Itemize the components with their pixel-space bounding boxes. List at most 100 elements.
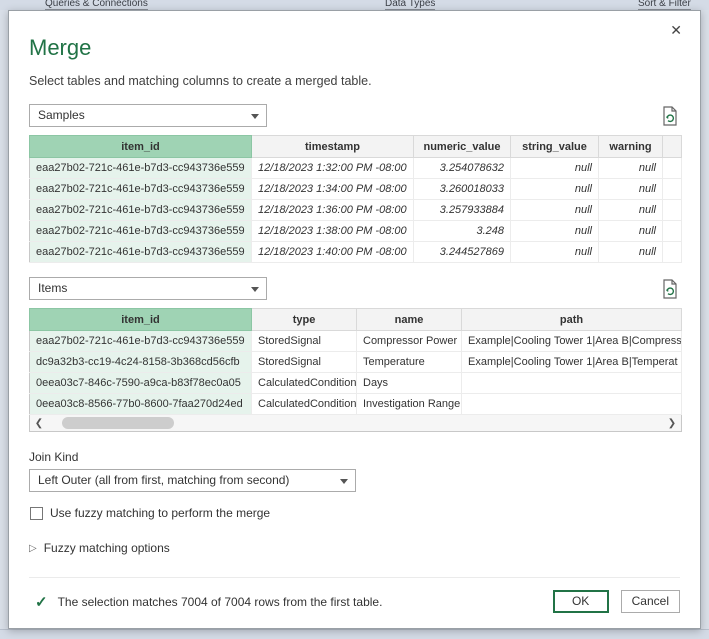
join-kind-select-value: Left Outer (all from first, matching fro… — [38, 473, 289, 487]
scrollbar-track[interactable] — [48, 415, 663, 431]
table-row[interactable]: 0eea03c7-846c-7590-a9ca-b83f78ec0a05Calc… — [30, 373, 682, 394]
dialog-title: Merge — [29, 35, 680, 61]
cell-filler — [663, 242, 682, 263]
cell[interactable]: 12/18/2023 1:38:00 PM -08:00 — [252, 221, 414, 242]
cell[interactable]: 12/18/2023 1:34:00 PM -08:00 — [252, 179, 414, 200]
table-row[interactable]: eaa27b02-721c-461e-b7d3-cc943736e55912/1… — [30, 221, 682, 242]
cell-filler — [663, 200, 682, 221]
cell[interactable]: null — [599, 179, 663, 200]
cell[interactable]: 0eea03c7-846c-7590-a9ca-b83f78ec0a05 — [30, 373, 252, 394]
cell[interactable]: 3.248 — [414, 221, 511, 242]
scroll-right-icon[interactable]: ❯ — [663, 418, 681, 429]
ok-button[interactable]: OK — [553, 590, 609, 613]
cell[interactable]: Example|Cooling Tower 1|Area B|Temperat — [462, 352, 682, 373]
cell-filler — [663, 221, 682, 242]
cell[interactable]: 3.244527869 — [414, 242, 511, 263]
ribbon-group-datatypes: Data Types — [385, 0, 435, 10]
refresh-preview-icon[interactable] — [660, 106, 680, 126]
column-header-name[interactable]: name — [357, 309, 462, 331]
cell[interactable]: eaa27b02-721c-461e-b7d3-cc943736e559 — [30, 200, 252, 221]
excel-worksheet-strip — [0, 629, 709, 639]
cell[interactable]: Temperature — [357, 352, 462, 373]
ribbon-group-queries: Queries & Connections — [45, 0, 148, 10]
cancel-button[interactable]: Cancel — [621, 590, 680, 613]
ribbon-group-sortfilter: Sort & Filter — [638, 0, 691, 10]
table-row[interactable]: dc9a32b3-cc19-4c24-8158-3b368cd56cfbStor… — [30, 352, 682, 373]
column-header-numeric_value[interactable]: numeric_value — [414, 136, 511, 158]
cell[interactable]: null — [599, 221, 663, 242]
close-icon[interactable]: ✕ — [666, 21, 686, 39]
cell[interactable]: null — [511, 221, 599, 242]
fuzzy-options-expander-label[interactable]: Fuzzy matching options — [44, 541, 170, 555]
cell[interactable]: Compressor Power — [357, 331, 462, 352]
join-kind-select[interactable]: Left Outer (all from first, matching fro… — [29, 469, 356, 492]
table-row[interactable]: 0eea03c8-8566-77b0-8600-7faa270d24edCalc… — [30, 394, 682, 415]
second-preview-grid: item_idtypenamepatheaa27b02-721c-461e-b7… — [29, 308, 682, 415]
cell[interactable] — [462, 394, 682, 415]
chevron-down-icon — [340, 479, 348, 484]
second-table-select[interactable]: Items — [29, 277, 267, 300]
cell[interactable]: 3.254078632 — [414, 158, 511, 179]
cell[interactable]: Example|Cooling Tower 1|Area B|Compress — [462, 331, 682, 352]
table-row[interactable]: eaa27b02-721c-461e-b7d3-cc943736e55912/1… — [30, 242, 682, 263]
cell[interactable]: CalculatedCondition — [252, 394, 357, 415]
column-header-type[interactable]: type — [252, 309, 357, 331]
excel-ribbon-strip: Queries & Connections Data Types Sort & … — [0, 0, 709, 10]
table-row[interactable]: eaa27b02-721c-461e-b7d3-cc943736e55912/1… — [30, 158, 682, 179]
first-table-select[interactable]: Samples — [29, 104, 267, 127]
cell[interactable]: eaa27b02-721c-461e-b7d3-cc943736e559 — [30, 331, 252, 352]
column-header-path[interactable]: path — [462, 309, 682, 331]
cell-filler — [663, 158, 682, 179]
cell[interactable]: null — [511, 179, 599, 200]
cell[interactable]: null — [599, 242, 663, 263]
expander-collapsed-icon[interactable]: ▷ — [29, 543, 37, 554]
cell[interactable]: Investigation Range — [357, 394, 462, 415]
chevron-down-icon — [251, 287, 259, 292]
cell[interactable]: 0eea03c8-8566-77b0-8600-7faa270d24ed — [30, 394, 252, 415]
column-header-warning[interactable]: warning — [599, 136, 663, 158]
column-header-filler — [663, 136, 682, 158]
cell[interactable]: null — [599, 158, 663, 179]
cell[interactable]: eaa27b02-721c-461e-b7d3-cc943736e559 — [30, 179, 252, 200]
cell[interactable]: CalculatedCondition — [252, 373, 357, 394]
scroll-left-icon[interactable]: ❮ — [30, 418, 48, 429]
table-row[interactable]: eaa27b02-721c-461e-b7d3-cc943736e55912/1… — [30, 200, 682, 221]
cell[interactable]: null — [599, 200, 663, 221]
cell[interactable] — [462, 373, 682, 394]
dialog-subtitle: Select tables and matching columns to cr… — [29, 74, 680, 88]
cell-filler — [663, 179, 682, 200]
first-table-select-value: Samples — [38, 108, 85, 122]
match-status-text: The selection matches 7004 of 7004 rows … — [58, 595, 383, 609]
cell[interactable]: null — [511, 200, 599, 221]
cell[interactable]: 3.260018033 — [414, 179, 511, 200]
cell[interactable]: StoredSignal — [252, 331, 357, 352]
column-header-timestamp[interactable]: timestamp — [252, 136, 414, 158]
success-check-icon: ✓ — [35, 593, 48, 611]
horizontal-scrollbar[interactable]: ❮ ❯ — [29, 415, 682, 432]
cell[interactable]: Days — [357, 373, 462, 394]
column-header-string_value[interactable]: string_value — [511, 136, 599, 158]
cell[interactable]: null — [511, 242, 599, 263]
cell[interactable]: eaa27b02-721c-461e-b7d3-cc943736e559 — [30, 221, 252, 242]
cell[interactable]: 12/18/2023 1:36:00 PM -08:00 — [252, 200, 414, 221]
second-table-select-value: Items — [38, 281, 67, 295]
fuzzy-matching-checkbox[interactable] — [30, 507, 43, 520]
scrollbar-thumb[interactable] — [62, 417, 174, 429]
chevron-down-icon — [251, 114, 259, 119]
merge-dialog: ✕ Merge Select tables and matching colum… — [8, 10, 701, 629]
cell[interactable]: 3.257933884 — [414, 200, 511, 221]
table-row[interactable]: eaa27b02-721c-461e-b7d3-cc943736e55912/1… — [30, 179, 682, 200]
cell[interactable]: dc9a32b3-cc19-4c24-8158-3b368cd56cfb — [30, 352, 252, 373]
cell[interactable]: 12/18/2023 1:40:00 PM -08:00 — [252, 242, 414, 263]
first-preview-grid: item_idtimestampnumeric_valuestring_valu… — [29, 135, 682, 263]
cell[interactable]: eaa27b02-721c-461e-b7d3-cc943736e559 — [30, 242, 252, 263]
cell[interactable]: StoredSignal — [252, 352, 357, 373]
cell[interactable]: eaa27b02-721c-461e-b7d3-cc943736e559 — [30, 158, 252, 179]
cell[interactable]: null — [511, 158, 599, 179]
table-row[interactable]: eaa27b02-721c-461e-b7d3-cc943736e559Stor… — [30, 331, 682, 352]
cell[interactable]: 12/18/2023 1:32:00 PM -08:00 — [252, 158, 414, 179]
column-header-item_id[interactable]: item_id — [30, 136, 252, 158]
refresh-preview-icon[interactable] — [660, 279, 680, 299]
column-header-item_id[interactable]: item_id — [30, 309, 252, 331]
join-kind-label: Join Kind — [29, 450, 680, 464]
